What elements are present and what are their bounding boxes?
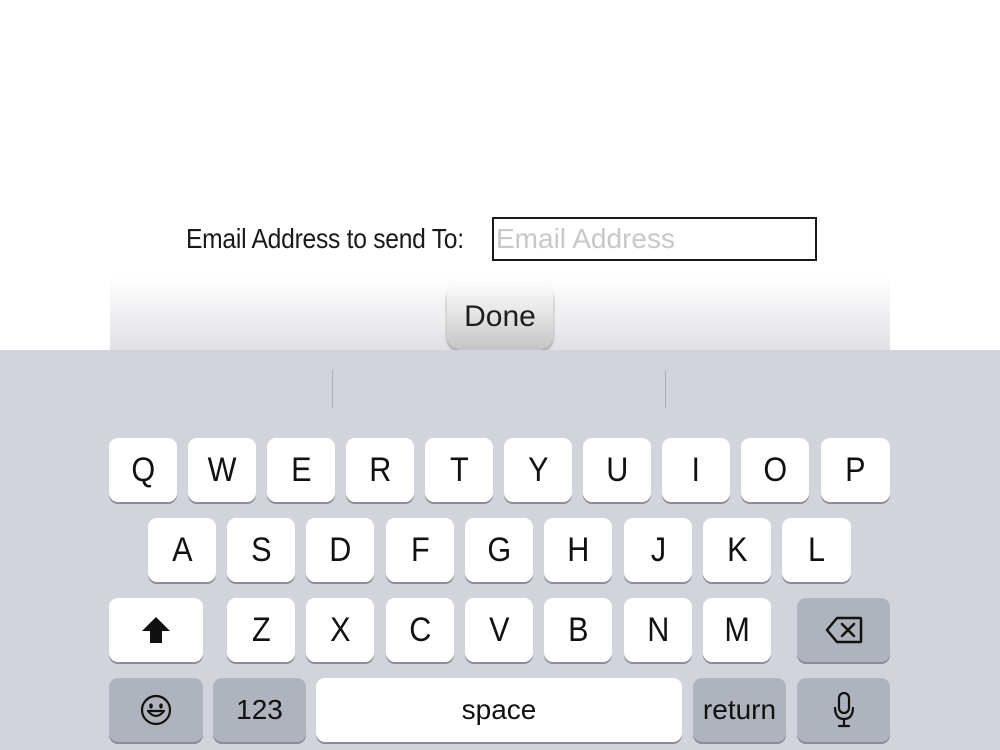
key-u[interactable]: U <box>583 438 651 502</box>
key-label: S <box>250 530 272 569</box>
key-d[interactable]: D <box>306 518 374 582</box>
key-f[interactable]: F <box>386 518 454 582</box>
key-label: V <box>488 610 510 649</box>
numbers-key[interactable]: 123 <box>213 678 306 742</box>
key-label: R <box>368 450 392 489</box>
key-a[interactable]: A <box>148 518 216 582</box>
email-form-row: Email Address to send To: <box>186 216 486 262</box>
key-label: P <box>845 450 866 489</box>
email-label: Email Address to send To: <box>186 223 464 254</box>
delete-icon <box>825 616 863 644</box>
key-i[interactable]: I <box>662 438 730 502</box>
key-h[interactable]: H <box>544 518 612 582</box>
key-label: J <box>650 530 666 569</box>
key-k[interactable]: K <box>703 518 771 582</box>
key-j[interactable]: J <box>624 518 692 582</box>
key-q[interactable]: Q <box>109 438 177 502</box>
key-c[interactable]: C <box>386 598 454 662</box>
key-label: H <box>566 530 590 569</box>
key-p[interactable]: P <box>821 438 890 502</box>
microphone-icon <box>833 692 855 728</box>
key-label: W <box>207 450 237 489</box>
key-t[interactable]: T <box>425 438 493 502</box>
key-x[interactable]: X <box>306 598 374 662</box>
key-v[interactable]: V <box>465 598 533 662</box>
key-label: A <box>171 530 193 569</box>
key-label: Y <box>527 450 549 489</box>
key-label: D <box>328 530 352 569</box>
key-y[interactable]: Y <box>504 438 572 502</box>
key-label: Q <box>131 450 155 489</box>
key-label: X <box>329 610 351 649</box>
key-n[interactable]: N <box>624 598 692 662</box>
email-field[interactable] <box>492 217 817 261</box>
done-button[interactable]: Done <box>447 284 553 350</box>
key-label: M <box>724 610 750 649</box>
suggestion-divider <box>665 370 666 408</box>
key-r[interactable]: R <box>346 438 414 502</box>
key-label: T <box>449 450 469 489</box>
key-label: C <box>408 610 432 649</box>
emoji-icon <box>140 694 172 726</box>
key-b[interactable]: B <box>544 598 612 662</box>
shift-key[interactable] <box>109 598 203 662</box>
key-label: O <box>763 450 787 489</box>
key-m[interactable]: M <box>703 598 771 662</box>
key-label: L <box>807 530 826 569</box>
key-label: I <box>691 450 701 489</box>
key-label: G <box>487 530 511 569</box>
return-key[interactable]: return <box>693 678 786 742</box>
key-e[interactable]: E <box>267 438 335 502</box>
key-z[interactable]: Z <box>227 598 295 662</box>
key-o[interactable]: O <box>741 438 809 502</box>
key-g[interactable]: G <box>465 518 533 582</box>
key-label: E <box>290 450 312 489</box>
suggestion-divider <box>332 370 333 408</box>
key-label: N <box>646 610 670 649</box>
emoji-key[interactable] <box>109 678 203 742</box>
keyboard: Q W E R T Y U I O P A S D F G H J K L Z … <box>0 350 1000 750</box>
delete-key[interactable] <box>797 598 890 662</box>
space-key[interactable]: space <box>316 678 682 742</box>
key-label: B <box>567 610 589 649</box>
key-label: U <box>605 450 629 489</box>
key-l[interactable]: L <box>782 518 851 582</box>
screen: Email Address to send To: Done Q W E R T… <box>0 0 1000 750</box>
dictation-key[interactable] <box>797 678 890 742</box>
key-w[interactable]: W <box>188 438 256 502</box>
key-label: Z <box>251 610 271 649</box>
key-s[interactable]: S <box>227 518 295 582</box>
shift-icon <box>141 616 171 644</box>
key-label: K <box>726 530 748 569</box>
key-label: F <box>410 530 430 569</box>
